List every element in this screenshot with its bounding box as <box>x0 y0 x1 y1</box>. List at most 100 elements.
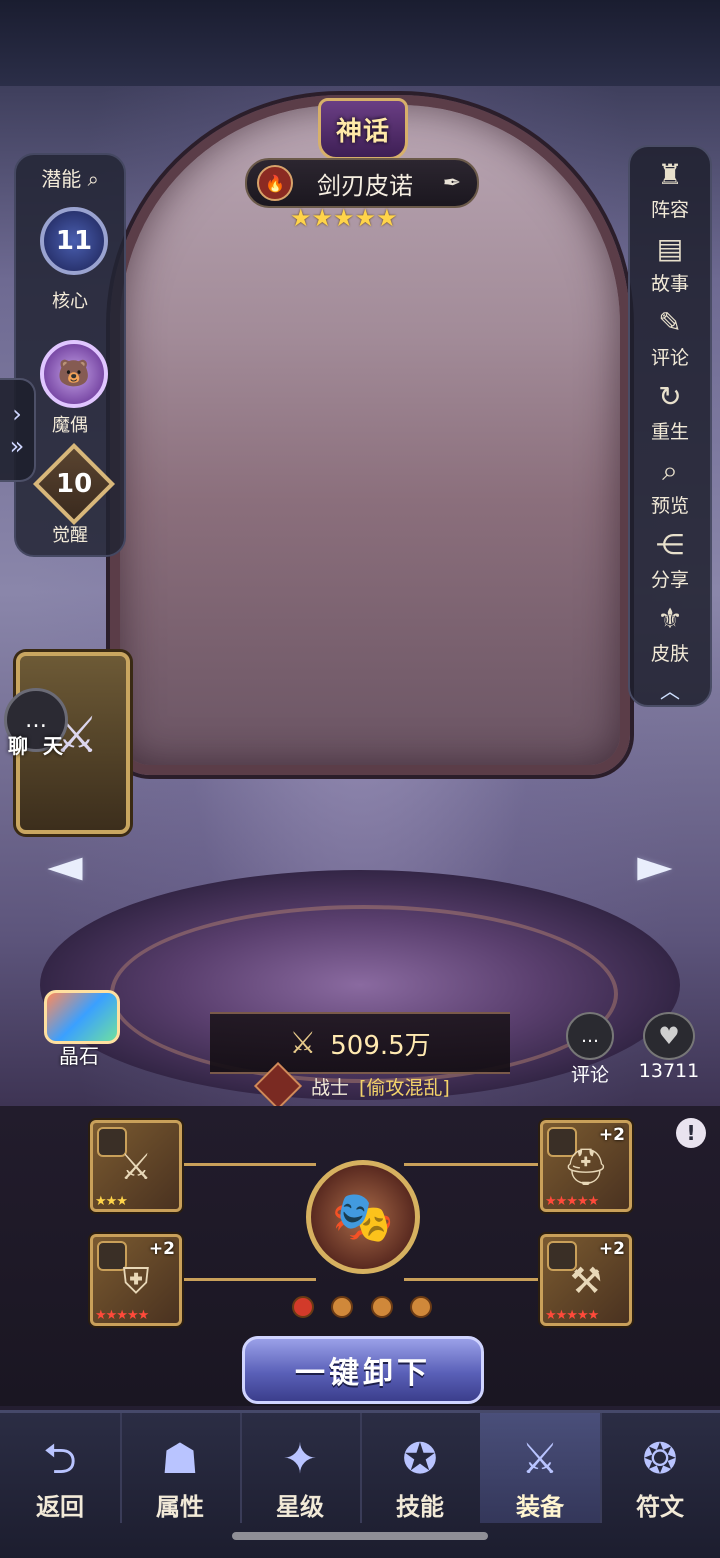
hero-portrait[interactable]: 🎭 <box>306 1160 420 1274</box>
hero-name: 剑刃皮诺 <box>317 171 413 200</box>
heart-icon: ♥ <box>643 1012 695 1060</box>
magnifier-icon: ⌕ <box>662 454 678 487</box>
crystal-gem-icon <box>44 990 120 1044</box>
right-menu: ♜ 阵容 ▤ 故事 ✎ 评论 ↻ 重生 ⌕ 预览 ⋲ 分享 ⚜ 皮肤 ︿ <box>628 145 712 707</box>
crossed-swords-icon: ⚔ <box>521 1434 559 1483</box>
menu-share[interactable]: ⋲ 分享 <box>630 525 710 592</box>
nav-back-label: 返回 <box>36 1493 84 1521</box>
slot-connector <box>404 1278 540 1281</box>
equip-slot-helmet[interactable]: +2 ⛑ ★★★★★ <box>540 1120 632 1212</box>
menu-comment[interactable]: ✎ 评论 <box>630 303 710 370</box>
rename-quill-icon[interactable]: ✒ <box>437 171 467 196</box>
share-icon: ⋲ <box>656 528 684 561</box>
equip-slot-boots[interactable]: +2 ⚒ ★★★★★ <box>540 1234 632 1326</box>
nav-runes[interactable]: ❂ 符文 <box>600 1413 720 1523</box>
nav-skills[interactable]: ✪ 技能 <box>360 1413 482 1523</box>
awaken-value: 10 <box>55 469 93 499</box>
slot-connector <box>180 1163 316 1166</box>
next-hero-arrow-icon[interactable]: ► <box>630 832 680 898</box>
fire-faction-icon: 🔥 <box>257 165 293 201</box>
awaken-badge[interactable]: 10 <box>32 442 116 526</box>
enhance-level: +2 <box>598 1239 625 1259</box>
page-dot[interactable] <box>331 1296 354 1318</box>
nav-equipment[interactable]: ⚔ 装备 <box>480 1413 602 1523</box>
hero-name-plate: 🔥 剑刃皮诺 ✒ <box>245 158 479 208</box>
nav-star-level[interactable]: ✦ 星级 <box>240 1413 362 1523</box>
star-crest-icon: ✦ <box>282 1434 318 1483</box>
equip-slot-weapon[interactable]: ⚔ ★★★ <box>90 1120 182 1212</box>
menu-rebirth-label: 重生 <box>650 421 689 443</box>
menu-preview[interactable]: ⌕ 预览 <box>630 451 710 518</box>
hero-detail-screen: 神话 🔥 剑刃皮诺 ✒ ★★★★★ 潜能 ⌕ 11 核心 🐻 魔偶 10 觉醒 … <box>0 0 720 1558</box>
warrior-class-icon <box>253 1061 303 1111</box>
menu-story-label: 故事 <box>650 273 689 295</box>
menu-lineup-label: 阵容 <box>650 199 689 221</box>
menu-comment-label: 评论 <box>650 347 689 369</box>
double-chevron-icon: » <box>9 432 25 460</box>
armor-icon: ⛨ <box>122 1261 150 1302</box>
nav-attributes-label: 属性 <box>156 1493 204 1521</box>
rarity-badge: 神话 <box>318 98 408 160</box>
menu-rebirth[interactable]: ↻ 重生 <box>630 377 710 444</box>
helmet-icon: ⛑ <box>563 1147 609 1188</box>
back-arrow-icon: ⮌ <box>43 1434 77 1483</box>
nav-runes-label: 符文 <box>636 1493 684 1521</box>
page-dot-active[interactable] <box>292 1296 314 1318</box>
unequip-all-button[interactable]: 一键卸下 <box>242 1336 484 1404</box>
combat-power-value: 509.5万 <box>330 1030 431 1061</box>
nav-star-level-label: 星级 <box>276 1493 324 1521</box>
enhance-level: +2 <box>598 1125 625 1145</box>
comment-bubble-icon: … <box>566 1012 614 1060</box>
menu-lineup[interactable]: ♜ 阵容 <box>630 155 710 222</box>
rebirth-icon: ↻ <box>658 380 682 413</box>
like-button[interactable]: ♥ 13711 <box>636 1012 702 1082</box>
hero-stars: ★★★★★ <box>290 204 398 232</box>
nav-attributes[interactable]: ☗ 属性 <box>120 1413 242 1523</box>
crystal-button[interactable]: 晶石 <box>24 990 134 1070</box>
hero-class: 战士 <box>311 1076 350 1099</box>
equip-slot-armor[interactable]: +2 ⛨ ★★★★★ <box>90 1234 182 1326</box>
nav-back[interactable]: ⮌ 返回 <box>0 1413 122 1523</box>
awaken-label: 觉醒 <box>52 525 88 546</box>
nav-skills-label: 技能 <box>396 1493 444 1521</box>
enhance-level: +2 <box>148 1239 175 1259</box>
page-dots <box>292 1296 432 1318</box>
combat-power-bar: ⚔ 509.5万 <box>210 1012 510 1074</box>
boots-icon: ⚒ <box>569 1261 603 1302</box>
story-book-icon: ▤ <box>656 232 684 265</box>
puppet-icon[interactable]: 🐻 <box>40 340 108 408</box>
quill-icon: ✎ <box>658 306 682 339</box>
core-label: 核心 <box>52 291 88 312</box>
search-icon[interactable]: ⌕ <box>88 167 99 191</box>
potential-panel: 潜能 ⌕ 11 核心 🐻 魔偶 10 觉醒 <box>14 153 126 557</box>
comment-button[interactable]: … 评论 <box>560 1012 620 1087</box>
menu-preview-label: 预览 <box>650 495 689 517</box>
collapse-chevron-icon[interactable]: ︿ <box>630 675 710 704</box>
page-dot[interactable] <box>409 1296 432 1318</box>
crystal-label: 晶石 <box>59 1044 99 1068</box>
side-expand-tab[interactable]: › » <box>0 378 36 482</box>
equip-stars: ★★★★★ <box>95 1308 149 1323</box>
spear-weapon-icon: ⚔ <box>119 1147 153 1188</box>
page-dot[interactable] <box>370 1296 393 1318</box>
home-indicator[interactable] <box>232 1532 488 1540</box>
spellbook-icon: ✪ <box>402 1434 438 1483</box>
info-alert-icon[interactable]: ! <box>676 1118 706 1148</box>
hero-class-row: 战士 [偷攻混乱] <box>253 1061 515 1111</box>
lineup-icon: ♜ <box>657 158 683 191</box>
comment-label: 评论 <box>570 1064 609 1086</box>
skin-icon: ⚜ <box>657 602 683 635</box>
equip-stars: ★★★★★ <box>545 1194 599 1209</box>
rune-icon: ❂ <box>642 1434 678 1483</box>
prev-hero-arrow-icon[interactable]: ◄ <box>40 832 90 898</box>
potential-title[interactable]: 潜能 ⌕ <box>16 163 124 192</box>
menu-skin-label: 皮肤 <box>650 643 689 665</box>
core-badge[interactable]: 11 <box>40 207 108 275</box>
chat-label[interactable]: 聊 天 <box>8 730 67 759</box>
nav-equipment-label: 装备 <box>516 1493 564 1521</box>
hooded-figure-icon: ☗ <box>161 1434 199 1483</box>
menu-story[interactable]: ▤ 故事 <box>630 229 710 296</box>
menu-skin[interactable]: ⚜ 皮肤 <box>630 599 710 666</box>
like-count: 13711 <box>638 1060 700 1082</box>
hero-role-tag: [偷攻混乱] <box>359 1076 450 1099</box>
